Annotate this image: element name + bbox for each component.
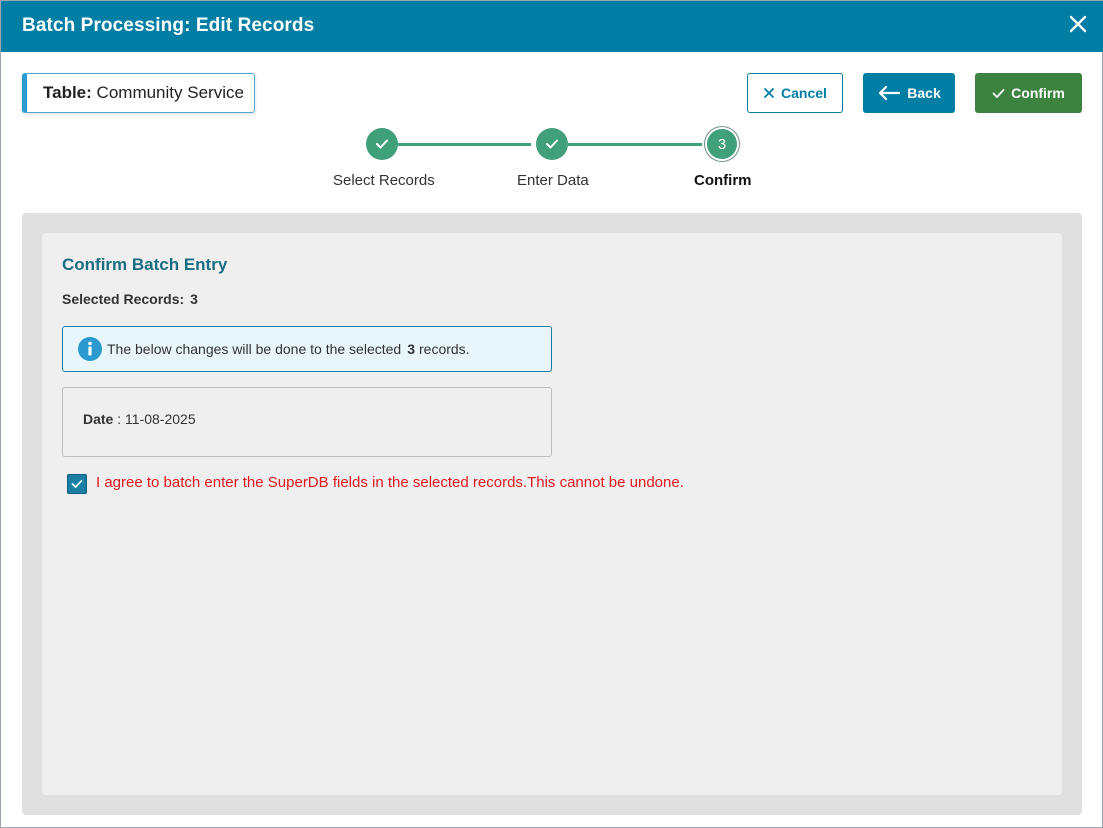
field-separator: : <box>117 411 122 427</box>
cancel-button[interactable]: Cancel <box>747 73 843 113</box>
step-connector <box>568 143 702 146</box>
step-label-select-records: Select Records <box>333 172 435 189</box>
check-icon <box>546 139 558 149</box>
arrow-left-icon <box>879 85 901 101</box>
field-summary: Date : 11-08-2025 <box>62 387 552 457</box>
confirm-card: Confirm Batch Entry Selected Records: 3 T… <box>42 233 1062 795</box>
step-select-records-done <box>366 128 398 160</box>
confirm-button[interactable]: Confirm <box>975 73 1082 113</box>
agree-checkbox[interactable] <box>67 474 87 494</box>
step-number: 3 <box>717 135 727 153</box>
selected-records-count: 3 <box>190 291 198 307</box>
step-label-enter-data: Enter Data <box>517 172 589 189</box>
section-title: Confirm Batch Entry <box>62 255 228 274</box>
info-text-prefix: The below changes will be done to the se… <box>107 341 402 357</box>
check-icon <box>992 88 1005 98</box>
cancel-label: Cancel <box>781 85 827 101</box>
check-icon <box>71 479 83 488</box>
agree-label[interactable]: I agree to batch enter the SuperDB field… <box>96 474 684 491</box>
check-icon <box>376 139 388 149</box>
step-connector <box>398 143 531 146</box>
back-button[interactable]: Back <box>863 73 955 113</box>
info-banner: The below changes will be done to the se… <box>62 326 552 372</box>
info-text-suffix: records. <box>419 341 470 357</box>
back-label: Back <box>907 85 941 101</box>
table-chip-label: Table: <box>43 83 92 102</box>
modal-header: Batch Processing: Edit Records <box>1 1 1103 52</box>
info-text-count: 3 <box>407 341 415 357</box>
step-confirm-current: 3 <box>707 129 737 159</box>
content-panel: Confirm Batch Entry Selected Records: 3 T… <box>22 213 1082 815</box>
close-icon <box>764 88 774 98</box>
step-enter-data-done <box>536 128 568 160</box>
table-chip: Table: Community Service <box>22 73 255 113</box>
confirm-label: Confirm <box>1011 85 1065 101</box>
field-value: 11-08-2025 <box>125 411 196 427</box>
table-chip-value: Community Service <box>96 83 244 102</box>
selected-records: Selected Records: 3 <box>62 291 198 307</box>
close-icon[interactable] <box>1065 11 1091 37</box>
field-name: Date <box>83 411 114 427</box>
modal-title: Batch Processing: Edit Records <box>22 15 315 36</box>
step-label-confirm: Confirm <box>694 172 752 189</box>
batch-edit-modal: Batch Processing: Edit Records Table: Co… <box>0 0 1103 828</box>
info-icon <box>78 337 102 361</box>
selected-records-label: Selected Records: <box>62 291 185 307</box>
